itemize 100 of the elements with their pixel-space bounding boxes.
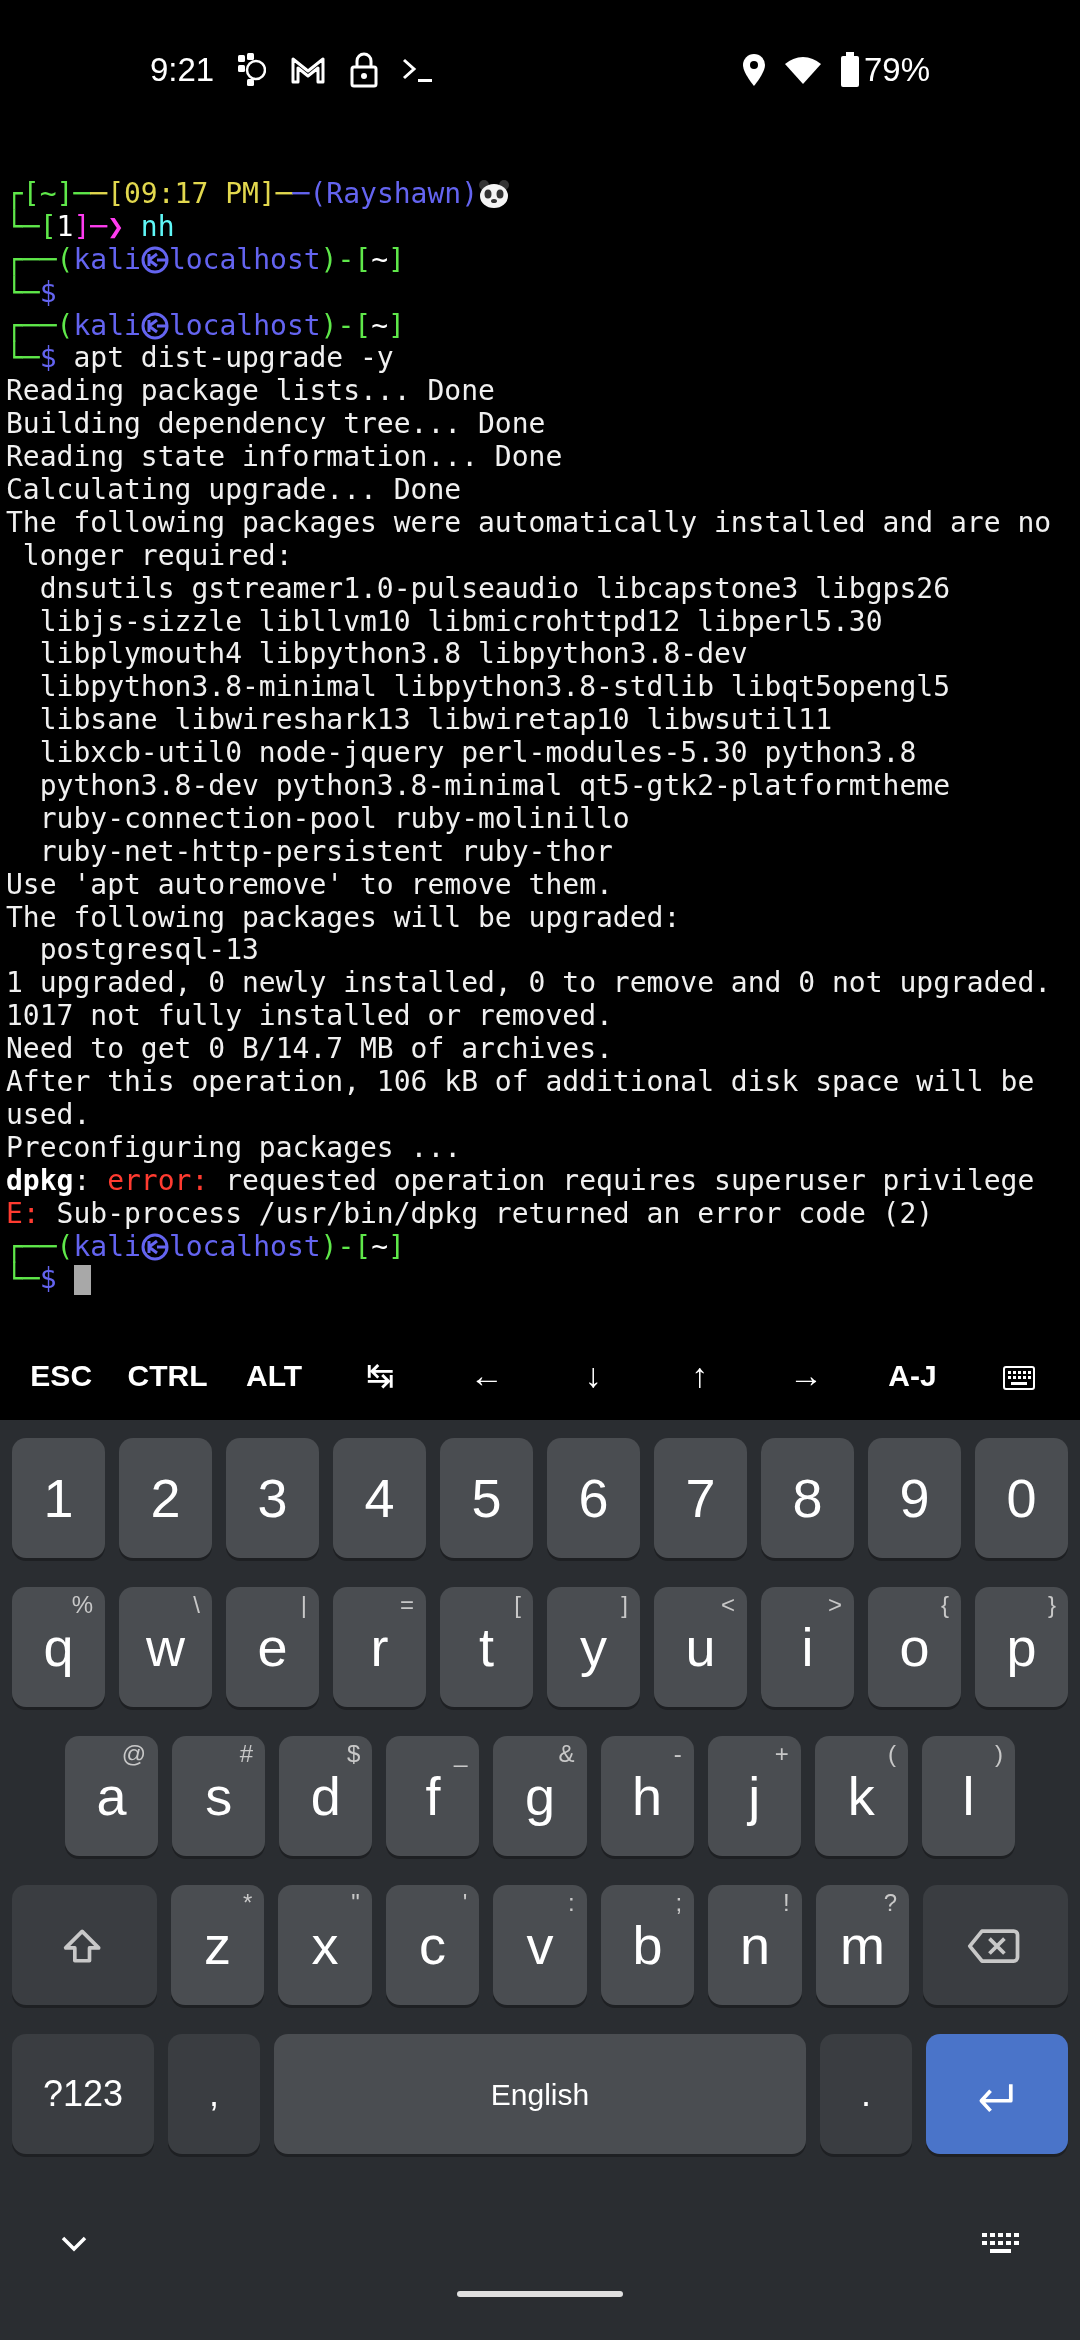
keyboard-key[interactable]: i > [761, 1587, 854, 1707]
terminal-line: Building dependency tree... Done [6, 408, 547, 442]
keyboard-key[interactable]: 8 [761, 1438, 854, 1558]
terminal-line: postgresql-13 [38, 934, 260, 968]
keyboard-key[interactable]: m ? [815, 1885, 910, 2005]
keyboard-key[interactable]: f _ [386, 1736, 480, 1856]
backspace-key[interactable] [923, 1885, 1069, 2005]
key-hint: < [721, 1593, 735, 1617]
terminal-line: Preconfiguring packages ... [6, 1131, 463, 1165]
keyboard-key[interactable]: c ' [385, 1885, 480, 2005]
keyboard-key[interactable]: n ! [708, 1885, 802, 2005]
key-hint: ) [995, 1742, 1003, 1766]
extra-key[interactable]: ↓ [540, 1330, 647, 1420]
keyboard-key[interactable]: 1 [12, 1438, 105, 1558]
key-hint: - [673, 1742, 682, 1766]
mail-icon [290, 56, 327, 84]
keyboard-key[interactable]: o { [868, 1587, 961, 1707]
prompt-text: kali [73, 1230, 141, 1264]
chevron-down-icon [60, 2235, 88, 2253]
keyboard-key[interactable]: h - [600, 1736, 694, 1856]
key-hint: ? [883, 1891, 898, 1915]
key-hint: * [243, 1891, 253, 1915]
terminal-line: The following packages will be upgraded: [6, 901, 682, 935]
terminal-line: Reading state information... Done [6, 441, 564, 474]
keyboard-key[interactable]: . [820, 2034, 912, 2154]
prompt-text: ~ [371, 309, 389, 343]
terminal-icon [402, 57, 435, 83]
key-hint: ( [887, 1742, 896, 1766]
terminal-line: Reading package lists... Done [6, 375, 496, 409]
keyboard-key[interactable]: q % [12, 1587, 105, 1707]
key-hint: ] [621, 1593, 628, 1617]
keyboard-key[interactable]: 9 [868, 1438, 961, 1558]
terminal-line: E: Sub-process /usr/bin/dpkg returned an error code (2) [6, 1197, 935, 1231]
shift-key[interactable] [12, 1885, 157, 2005]
keyboard-key[interactable]: p } [975, 1587, 1068, 1707]
extra-key[interactable]: ↹ [327, 1330, 434, 1420]
prompt-text: localhost [168, 1230, 321, 1264]
prompt-text: ┌[~]─ [6, 178, 91, 210]
extra-key[interactable]: ESC [8, 1330, 115, 1420]
keyboard-key[interactable]: y ] [547, 1587, 640, 1707]
terminal-line: └─$ apt dist-upgrade -y [6, 342, 395, 376]
keyboard-key[interactable]: b ; [600, 1885, 695, 2005]
keyboard-key[interactable]: s # [172, 1736, 266, 1856]
keyboard-key[interactable]: r = [333, 1587, 426, 1707]
keyboard-key[interactable]: g & [493, 1736, 587, 1856]
extra-key[interactable]: CTRL [114, 1330, 221, 1420]
keyboard-key[interactable]: j + [707, 1736, 801, 1856]
prompt-text: ─[09:17 PM]─ [90, 178, 293, 211]
prompt-text: ┌──( [6, 309, 74, 342]
keyboard-key[interactable]: 6 [547, 1438, 640, 1558]
prompt-text: localhost [168, 243, 321, 277]
prompt-text: ┌──( [6, 243, 74, 276]
keyboard-key[interactable]: z * [170, 1885, 265, 2005]
keyboard-key[interactable]: u < [654, 1587, 747, 1707]
keyboard-key[interactable]: l ) [921, 1736, 1015, 1856]
key-hint: = [400, 1593, 414, 1617]
battery-icon [839, 52, 860, 88]
keyboard-key[interactable]: d $ [279, 1736, 373, 1856]
terminal-line: libplymouth4 libpython3.8 libpython3.8-dev [38, 638, 749, 672]
prompt-text: ─(Rayshawn) [292, 178, 479, 211]
keyboard-key[interactable]: a @ [65, 1736, 159, 1856]
key-hint: _ [454, 1742, 468, 1766]
keyboard-key[interactable]: v : [493, 1885, 587, 2005]
keyboard-key[interactable]: e | [226, 1587, 319, 1707]
space-key[interactable]: English [273, 2034, 807, 2154]
keyboard-key[interactable]: 4 [333, 1438, 426, 1558]
keyboard-key[interactable]: w \ [119, 1587, 212, 1707]
terminal-line: ruby-net-http-persistent ruby-thor [38, 835, 614, 869]
keyboard-key[interactable]: t [ [440, 1587, 533, 1707]
extra-key[interactable]: ← [433, 1330, 541, 1420]
terminal-line: python3.8-dev python3.8-minimal qt5-gtk2-platformtheme [38, 770, 951, 803]
prompt-text: $ [39, 1263, 57, 1297]
keyboard-key[interactable]: 2 [119, 1438, 212, 1558]
keyboard-key[interactable]: ?123 [12, 2034, 155, 2154]
prompt-text: ] [388, 309, 405, 343]
terminal-line: └─$ [6, 276, 57, 310]
key-hint: } [1048, 1593, 1056, 1617]
keyboard-key[interactable]: x " [278, 1885, 372, 2005]
keyboard-key[interactable]: 7 [654, 1438, 747, 1558]
prompt-text: ┌──( [6, 1230, 74, 1263]
extra-key[interactable]: ALT [220, 1330, 328, 1420]
keyboard-key[interactable]: 0 [975, 1438, 1068, 1558]
keyboard-key[interactable]: 5 [440, 1438, 533, 1558]
keyboard-key[interactable]: , [168, 2034, 260, 2154]
extra-key[interactable]: → [752, 1330, 860, 1420]
extra-key[interactable]: A-J [859, 1330, 966, 1420]
terminal-line: └─[1]─❯ nh [6, 210, 176, 244]
terminal-line: libjs-sizzle libllvm10 libmicrohttpd12 libperl5.30 [38, 605, 884, 639]
keyboard-key[interactable]: k ( [814, 1736, 908, 1856]
key-hint: + [774, 1742, 789, 1766]
key-hint: $ [346, 1742, 361, 1766]
prompt-text: ] [388, 1230, 405, 1264]
prompt-text: ~ [371, 1230, 389, 1264]
prompt-text: kali [73, 309, 141, 343]
extra-key[interactable]: ↑ [646, 1330, 753, 1420]
keyboard-key[interactable]: 3 [226, 1438, 319, 1558]
terminal-line: dpkg: error: requested operation requires superuser privilege [6, 1164, 1036, 1198]
key-hint: [ [514, 1593, 521, 1617]
key-hint: % [71, 1593, 93, 1617]
terminal-line: dnsutils gstreamer1.0-pulseaudio libcapstone3 libgps26 [38, 572, 951, 606]
